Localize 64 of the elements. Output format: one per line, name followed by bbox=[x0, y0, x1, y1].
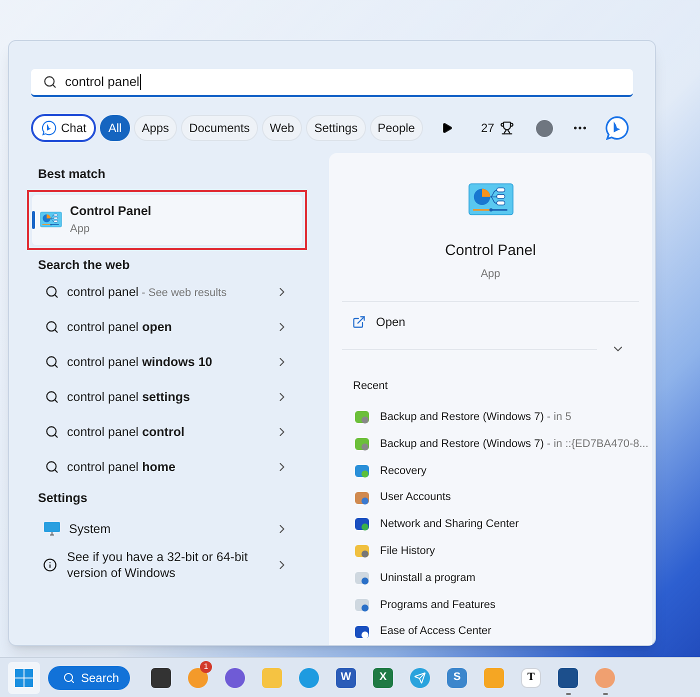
app-icon: S bbox=[447, 668, 467, 688]
app-type: App bbox=[70, 222, 91, 237]
setting-label: System bbox=[69, 521, 112, 538]
chat-button[interactable]: Chat bbox=[31, 114, 96, 142]
recent-item[interactable]: Network and Sharing Center bbox=[342, 511, 639, 538]
taskbar-app[interactable]: 1 bbox=[184, 660, 212, 694]
preview-title: Control Panel bbox=[445, 240, 536, 261]
recent-item-text: Uninstall a program bbox=[380, 570, 476, 586]
web-suggestion[interactable]: control panel open bbox=[31, 310, 307, 344]
suggestion-text: control panel control bbox=[67, 424, 186, 441]
taskbar-app[interactable]: W bbox=[332, 660, 360, 694]
search-field[interactable]: control panel bbox=[31, 69, 633, 97]
recent-item-text: File History bbox=[380, 544, 436, 559]
app-icon: X bbox=[373, 668, 393, 688]
open-button[interactable]: Open bbox=[342, 302, 639, 342]
section-heading: Settings bbox=[37, 490, 88, 507]
recent-item-text: Backup and Restore (Windows 7) - in ::{ED7BA470-8... bbox=[380, 436, 648, 452]
filter-tab[interactable]: Settings bbox=[306, 115, 366, 141]
app-icon: T bbox=[521, 668, 541, 688]
web-suggestion[interactable]: control panel control bbox=[31, 414, 307, 450]
search-query: control panel bbox=[65, 74, 142, 90]
app-name: Control Panel bbox=[70, 203, 152, 220]
suggestion-text: control panel home bbox=[67, 458, 176, 476]
recent-item[interactable]: Recovery bbox=[342, 457, 639, 484]
recent-item[interactable]: Uninstall a program bbox=[342, 564, 639, 592]
suggestion-text: control panel open bbox=[67, 318, 173, 336]
section-heading: Best match bbox=[37, 166, 106, 183]
settings-result[interactable]: System bbox=[31, 511, 307, 548]
taskbar-app[interactable]: X bbox=[369, 660, 397, 694]
notification-badge: 1 bbox=[200, 660, 212, 672]
recent-item-text: Ease of Access Center bbox=[380, 624, 492, 640]
filter-tab[interactable]: All bbox=[100, 115, 130, 141]
recent-item[interactable]: Backup and Restore (Windows 7) - in 5 bbox=[342, 404, 639, 431]
filter-tab[interactable]: People bbox=[370, 115, 423, 141]
taskbar-app[interactable]: S bbox=[443, 660, 471, 694]
suggestion-text: control panel - See web results bbox=[67, 284, 228, 301]
web-suggestion[interactable]: control panel home bbox=[31, 450, 307, 484]
web-suggestion[interactable]: control panel - See web results bbox=[31, 274, 307, 310]
recent-item-text: Recovery bbox=[380, 464, 426, 479]
taskbar-app[interactable]: T bbox=[517, 660, 545, 694]
taskbar-search-button[interactable]: Search bbox=[48, 666, 130, 690]
preview-type: App bbox=[480, 267, 500, 282]
setting-label: See if you have a 32-bit or 64-bit version of Windows bbox=[67, 549, 249, 582]
recent-item-text: Backup and Restore (Windows 7) - in 5 bbox=[380, 410, 572, 425]
recent-item[interactable]: Ease of Access Center bbox=[342, 618, 639, 645]
settings-result[interactable]: See if you have a 32-bit or 64-bit version of Windows bbox=[31, 547, 307, 584]
recent-item-text: User Accounts bbox=[380, 490, 451, 506]
filter-tab[interactable]: Documents bbox=[181, 115, 258, 141]
recent-item[interactable]: User Accounts bbox=[342, 484, 639, 512]
web-suggestion[interactable]: control panel settings bbox=[31, 380, 307, 414]
points-count: 27 bbox=[480, 120, 494, 137]
recent-item[interactable]: Programs and Features bbox=[342, 591, 639, 618]
recent-item-text: Programs and Features bbox=[380, 598, 496, 613]
suggestion-text: control panel settings bbox=[67, 388, 191, 406]
app-icon: W bbox=[336, 668, 356, 688]
best-match-item[interactable]: Control Panel App bbox=[32, 194, 302, 245]
web-suggestion[interactable]: control panel windows 10 bbox=[31, 344, 307, 380]
suggestion-text: control panel windows 10 bbox=[67, 354, 214, 371]
filter-tab[interactable]: Apps bbox=[134, 115, 178, 141]
recent-item-text: Network and Sharing Center bbox=[380, 517, 519, 532]
section-heading: Search the web bbox=[37, 256, 131, 274]
recent-item[interactable]: File History bbox=[342, 538, 639, 565]
filter-tab[interactable]: Web bbox=[262, 115, 302, 141]
section-heading: Recent bbox=[352, 379, 389, 394]
